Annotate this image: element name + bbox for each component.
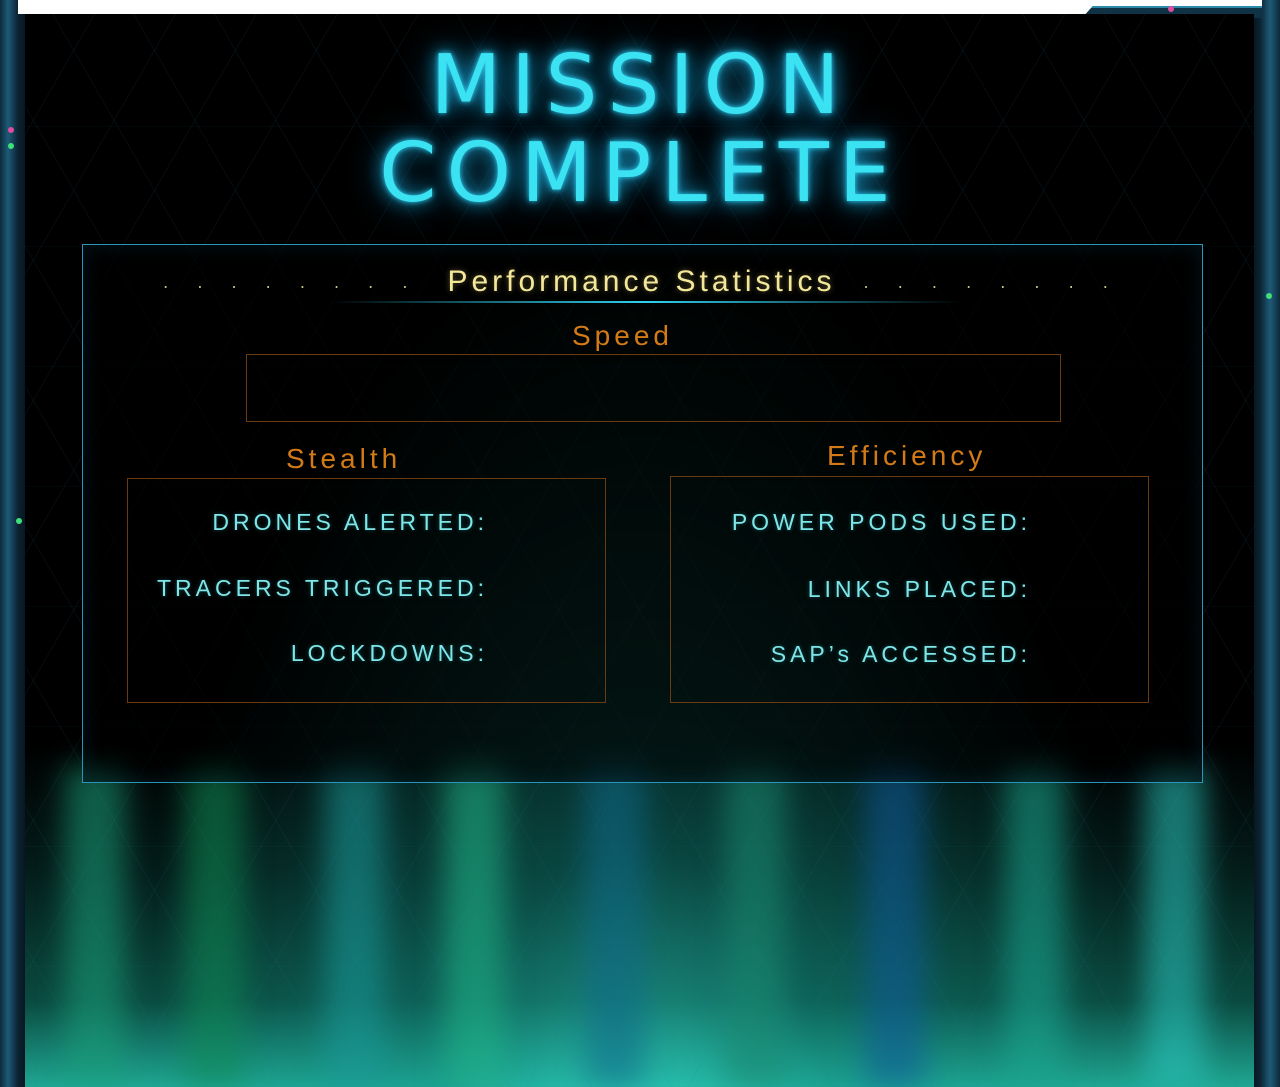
frame-top-strip [18, 0, 1262, 14]
performance-underline [330, 301, 960, 303]
links-placed-label: LINKS PLACED: [807, 576, 1031, 602]
efficiency-heading: Efficiency [827, 440, 987, 471]
decorative-dots-right: . . . . . . . . [863, 272, 1120, 292]
aurora-glow [1145, 767, 1205, 1087]
saps-accessed-label: SAP’s ACCESSED: [770, 641, 1031, 667]
aurora-glow [1005, 767, 1065, 1087]
performance-header: . . . . . . . . Performance Statistics .… [82, 262, 1201, 302]
aurora-glow [865, 767, 925, 1087]
aurora-glow [445, 767, 505, 1087]
aurora-glow [185, 767, 245, 1087]
lockdowns-label: LOCKDOWNS: [290, 640, 488, 666]
indicator-light-icon [1266, 293, 1272, 299]
decorative-dots-left: . . . . . . . . [163, 272, 420, 292]
drones-alerted-label: DRONES ALERTED: [212, 509, 488, 535]
indicator-light-icon [1168, 6, 1174, 12]
indicator-light-icon [16, 518, 22, 524]
aurora-glow [65, 767, 125, 1087]
power-pods-used-label: POWER PODS USED: [731, 509, 1031, 535]
mission-title-line2: COMPLETE [379, 126, 901, 221]
speed-box [246, 354, 1061, 422]
mission-title-line1: MISSION [430, 38, 850, 133]
aurora-glow [725, 767, 785, 1087]
aurora-glow [585, 767, 645, 1087]
stealth-heading: Stealth [286, 443, 402, 474]
aurora-glow [325, 767, 385, 1087]
tracers-triggered-label: TRACERS TRIGGERED: [157, 575, 488, 601]
performance-heading: Performance Statistics [447, 265, 836, 298]
speed-heading: Speed [572, 320, 673, 351]
